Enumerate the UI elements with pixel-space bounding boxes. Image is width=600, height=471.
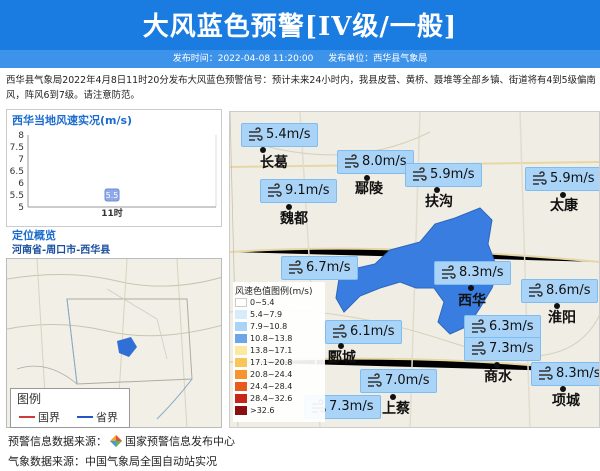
wind-legend-swatch [235, 334, 247, 343]
legend-national-border: 国界 [38, 411, 60, 424]
wind-legend-row: 17.1~20.8 [235, 357, 325, 368]
wind-speed-panel-title: 西华当地风速实况(m/s) [12, 114, 133, 127]
city-taikang: 太康 [550, 198, 578, 214]
wind-tag-yancheng[interactable]: 6.1m/s [325, 320, 402, 344]
warning-meta-bar: 发布时间：2022-04-08 11:20:00 发布单位：西华县气象局 [0, 50, 600, 68]
wind-icon [368, 373, 382, 387]
city-fugou: 扶沟 [425, 194, 453, 210]
wind-icon [472, 341, 486, 355]
warning-source-line: 预警信息数据来源： 国家预警信息发布中心 [8, 433, 235, 449]
weather-data-source: 气象数据来源：中国气象局全国自动站实况 [8, 455, 217, 468]
chart-y-tick-label: 6.5 [10, 167, 24, 177]
wind-icon [268, 183, 282, 197]
wind-tag-taikang[interactable]: 5.9m/s [525, 167, 599, 191]
wind-icon [345, 154, 359, 168]
warning-header: 大风蓝色预警[IV级/一般] 发布时间：2022-04-08 11:20:00 … [0, 0, 600, 68]
chart-data-label: 5.5 [106, 191, 119, 200]
city-yancheng: 郾城 [328, 350, 356, 366]
wind-legend-row: 20.8~24.4 [235, 369, 325, 380]
chart-y-tick-label: 5.5 [10, 191, 24, 201]
wind-legend-swatch [235, 346, 247, 355]
wind-legend-swatch [235, 358, 247, 367]
wind-icon [442, 265, 456, 279]
city-huaiyang: 淮阳 [548, 310, 576, 326]
overview-legend: 图例 国界 省界 [10, 388, 130, 428]
wind-legend-row: 10.8~13.8 [235, 333, 325, 344]
chart-y-tick-label: 8 [18, 131, 24, 141]
city-weidu: 魏都 [280, 211, 308, 227]
chart-y-tick-label: 6 [18, 179, 24, 189]
city-shangshui: 商水 [484, 369, 512, 385]
wind-legend-title: 风速色值图例(m/s) [235, 287, 313, 297]
publish-time: 发布时间：2022-04-08 11:20:00 [172, 54, 314, 64]
warning-description: 西华县气象局2022年4月8日11时20分发布大风蓝色预警信号：预计未来24小时… [6, 75, 596, 101]
city-xihua: 西华 [458, 293, 486, 309]
warning-source-label: 预警信息数据来源： [8, 435, 107, 448]
wind-speed-chart: 5 5.5 6 6.5 7 7.5 8 5.5 11时 [10, 131, 217, 219]
wind-legend-row: 5.4~7.9 [235, 309, 325, 320]
chart-x-tick-label: 11时 [101, 207, 123, 219]
wind-tag-huaiyang[interactable]: 8.6m/s [521, 279, 598, 303]
legend-provincial-border: 省界 [96, 411, 118, 424]
wind-legend-swatch [235, 322, 247, 331]
city-shangcai: 上蔡 [382, 401, 410, 417]
warning-title: 大风蓝色预警[IV级/一般] [142, 12, 458, 42]
wind-tag-xiangcheng[interactable]: 8.3m/s [531, 362, 599, 386]
wind-icon [413, 167, 427, 181]
location-path: 河南省-周口市-西华县 [12, 245, 111, 256]
wind-tag-weidu[interactable]: 9.1m/s [260, 179, 337, 203]
chart-y-tick-label: 5 [18, 203, 24, 213]
wind-color-legend: 风速色值图例(m/s) 0~5.4 5.4~7.9 7.9~10.8 10.8~… [233, 282, 325, 422]
wind-icon [539, 366, 553, 380]
wind-legend-swatch [235, 382, 247, 391]
wind-icon [533, 171, 547, 185]
wind-legend-row: 0~5.4 [235, 297, 325, 308]
wind-legend-row: 28.4~32.6 [235, 393, 325, 404]
wind-legend-row: 24.4~28.4 [235, 381, 325, 392]
national-border-swatch [19, 416, 35, 418]
wind-legend-swatch [235, 370, 247, 379]
wind-icon [529, 283, 543, 297]
warning-source-value: 国家预警信息发布中心 [125, 435, 235, 448]
wind-icon [289, 260, 303, 274]
wind-legend-swatch [235, 310, 247, 319]
wind-legend-swatch [235, 298, 247, 307]
publish-unit: 发布单位：西华县气象局 [328, 54, 428, 64]
legend-title: 图例 [17, 392, 42, 406]
provincial-border-swatch [77, 416, 93, 418]
wind-tag-west[interactable]: 6.7m/s [281, 256, 358, 280]
wind-tag-shangshui-n[interactable]: 6.3m/s [464, 315, 541, 339]
wind-legend-row: 13.8~17.1 [235, 345, 325, 356]
city-yanling: 鄢陵 [355, 181, 383, 197]
wind-tag-shangshui[interactable]: 7.3m/s [464, 337, 541, 361]
wind-tag-xihua[interactable]: 8.3m/s [434, 261, 511, 285]
city-changge: 长葛 [260, 155, 288, 171]
chart-y-tick-label: 7 [18, 155, 24, 165]
wind-legend-row: >32.6 [235, 405, 325, 416]
wind-icon [249, 127, 263, 141]
wind-icon [333, 324, 347, 338]
wind-icon [472, 319, 486, 333]
wind-legend-swatch [235, 406, 247, 415]
wind-tag-changge[interactable]: 5.4m/s [241, 123, 318, 147]
wind-legend-row: 7.9~10.8 [235, 321, 325, 332]
city-xiangcheng: 项城 [552, 393, 580, 409]
wind-legend-swatch [235, 394, 247, 403]
warning-center-logo-icon [110, 435, 122, 447]
wind-tag-fugou[interactable]: 5.9m/s [405, 163, 482, 187]
wind-tag-yanling[interactable]: 8.0m/s [337, 150, 414, 174]
wind-tag-shangcai-n[interactable]: 7.0m/s [360, 369, 437, 393]
chart-y-tick-label: 7.5 [10, 143, 24, 153]
